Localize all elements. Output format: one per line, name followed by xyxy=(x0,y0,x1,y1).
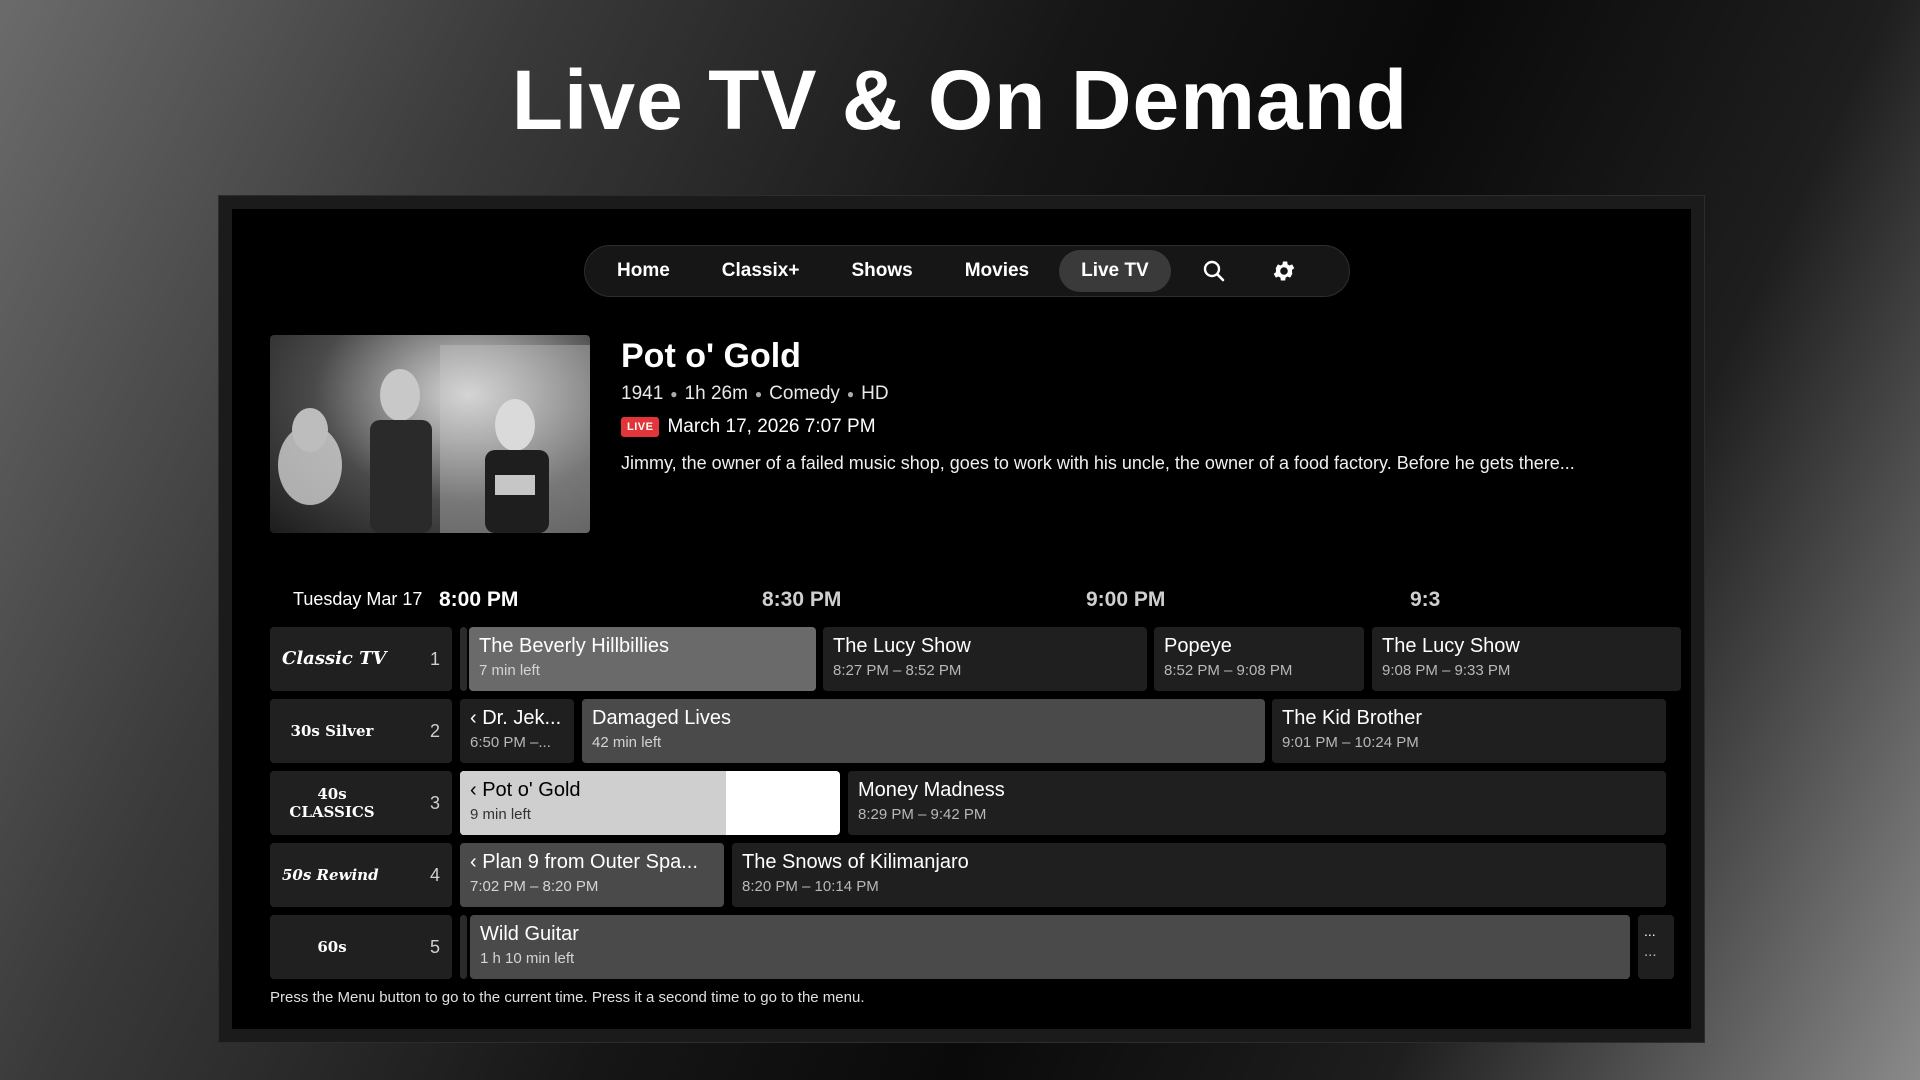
nav-classix-plus[interactable]: Classix+ xyxy=(700,250,822,292)
program-cell-time: 8:20 PM – 10:14 PM xyxy=(742,878,879,895)
program-cell-time: 1 h 10 min left xyxy=(480,950,575,967)
program-year: 1941 xyxy=(621,383,664,404)
channel-number: 1 xyxy=(429,648,440,669)
program-air-datetime: March 17, 2026 7:07 PM xyxy=(667,416,876,437)
nav-live-tv[interactable]: Live TV xyxy=(1059,250,1171,292)
separator-dot: ● xyxy=(754,387,763,401)
nav-shows[interactable]: Shows xyxy=(829,250,934,292)
channel-number: 3 xyxy=(429,792,440,813)
channel-logo: Classic TV xyxy=(282,648,387,669)
gear-icon xyxy=(1273,261,1294,281)
nav-movies[interactable]: Movies xyxy=(943,250,1051,292)
channel-4[interactable]: 50s Rewind 4 xyxy=(270,843,452,907)
program-title: Pot o' Gold xyxy=(621,337,801,375)
time-slot-label: 8:00 PM xyxy=(439,588,519,611)
program-poster xyxy=(270,335,590,533)
program-cell-title: The Beverly Hillbillies xyxy=(479,635,670,657)
program-cell-title: Wild Guitar xyxy=(480,923,579,945)
program-cell-edge xyxy=(460,915,467,979)
program-cell[interactable]: Damaged Lives 42 min left xyxy=(582,699,1265,763)
channel-number: 2 xyxy=(429,720,440,741)
program-duration: 1h 26m xyxy=(684,383,748,404)
time-slot-label: 9:3 xyxy=(1410,588,1441,611)
program-cell-focused[interactable]: ‹ Pot o' Gold 9 min left xyxy=(460,771,840,835)
program-cell-time: 7:02 PM – 8:20 PM xyxy=(470,878,599,895)
program-description: Jimmy, the owner of a failed music shop,… xyxy=(621,453,1575,473)
program-cell-time: 9 min left xyxy=(470,806,531,823)
page-headline: Live TV & On Demand xyxy=(511,53,1409,147)
program-cell-title: Money Madness xyxy=(858,779,1005,801)
program-cell[interactable]: The Kid Brother 9:01 PM – 10:24 PM xyxy=(1272,699,1666,763)
search-icon xyxy=(1203,260,1224,282)
channel-3[interactable]: 40s CLASSICS 3 xyxy=(270,771,452,835)
nav-home[interactable]: Home xyxy=(595,250,692,292)
top-nav: Home Classix+ Shows Movies Live TV xyxy=(584,245,1350,297)
program-cell-title: ‹ Plan 9 from Outer Spa... xyxy=(470,851,698,873)
program-cell-title: The Lucy Show xyxy=(1382,635,1520,657)
tv-frame: Home Classix+ Shows Movies Live TV Pot o… xyxy=(218,195,1705,1043)
channel-2[interactable]: 30s Silver 2 xyxy=(270,699,452,763)
settings-button[interactable] xyxy=(1249,250,1319,292)
program-cell[interactable]: ‹ Dr. Jek... 6:50 PM –... xyxy=(460,699,574,763)
program-cell-time: 6:50 PM –... xyxy=(470,734,551,751)
channel-5[interactable]: 60s 5 xyxy=(270,915,452,979)
channel-1[interactable]: Classic TV 1 xyxy=(270,627,452,691)
program-cell-time: 9:01 PM – 10:24 PM xyxy=(1282,734,1419,751)
program-cell-time: 7 min left xyxy=(479,662,540,679)
time-slot-label: 9:00 PM xyxy=(1086,588,1166,611)
program-cell-title: ... xyxy=(1644,923,1656,939)
channel-number: 4 xyxy=(429,864,440,885)
program-cell-edge xyxy=(460,627,467,691)
channel-logo: 60s xyxy=(317,938,347,956)
search-button[interactable] xyxy=(1179,250,1249,292)
channel-logo: 40s CLASSICS xyxy=(289,785,375,821)
program-cell[interactable]: Money Madness 8:29 PM – 9:42 PM xyxy=(848,771,1666,835)
program-live-row: LIVE March 17, 2026 7:07 PM xyxy=(621,416,876,438)
program-cell[interactable]: The Lucy Show 9:08 PM – 9:33 PM xyxy=(1372,627,1681,691)
live-badge: LIVE xyxy=(621,417,660,437)
program-genre: Comedy xyxy=(769,383,840,404)
program-cell-time: 8:27 PM – 8:52 PM xyxy=(833,662,962,679)
channel-number: 5 xyxy=(429,936,440,957)
program-cell-time: 9:08 PM – 9:33 PM xyxy=(1382,662,1511,679)
program-cell[interactable]: ‹ Plan 9 from Outer Spa... 7:02 PM – 8:2… xyxy=(460,843,724,907)
guide-date: Tuesday Mar 17 xyxy=(293,589,423,609)
channel-logo: 30s Silver xyxy=(290,722,374,740)
program-cell-title: ‹ Dr. Jek... xyxy=(470,707,562,729)
separator-dot: ● xyxy=(846,387,855,401)
tv-screen: Home Classix+ Shows Movies Live TV Pot o… xyxy=(232,209,1691,1029)
program-cell[interactable]: The Snows of Kilimanjaro 8:20 PM – 10:14… xyxy=(732,843,1666,907)
program-cell[interactable]: Wild Guitar 1 h 10 min left xyxy=(470,915,1630,979)
program-cell-title: Damaged Lives xyxy=(592,707,731,729)
program-meta: 1941 ● 1h 26m ● Comedy ● HD xyxy=(621,383,889,405)
program-cell[interactable]: ... ... xyxy=(1638,915,1674,979)
program-cell-time: 8:52 PM – 9:08 PM xyxy=(1164,662,1293,679)
program-cell[interactable]: Popeye 8:52 PM – 9:08 PM xyxy=(1154,627,1364,691)
program-cell-title: Popeye xyxy=(1164,635,1232,657)
channel-logo: 50s Rewind xyxy=(282,866,379,884)
program-cell-title: The Kid Brother xyxy=(1282,707,1423,729)
program-cell-title: The Lucy Show xyxy=(833,635,971,657)
program-cell-time: 8:29 PM – 9:42 PM xyxy=(858,806,987,823)
program-cell-time: 42 min left xyxy=(592,734,662,751)
time-slot-label: 8:30 PM xyxy=(762,588,842,611)
program-quality: HD xyxy=(861,383,889,404)
program-cell-title: The Snows of Kilimanjaro xyxy=(742,851,969,873)
separator-dot: ● xyxy=(670,387,678,401)
guide-hint: Press the Menu button to go to the curre… xyxy=(270,989,865,1006)
program-cell-title: ‹ Pot o' Gold xyxy=(470,779,581,801)
program-cell-time: ... xyxy=(1644,943,1657,960)
program-cell[interactable]: The Beverly Hillbillies 7 min left xyxy=(469,627,816,691)
program-cell[interactable]: The Lucy Show 8:27 PM – 8:52 PM xyxy=(823,627,1147,691)
